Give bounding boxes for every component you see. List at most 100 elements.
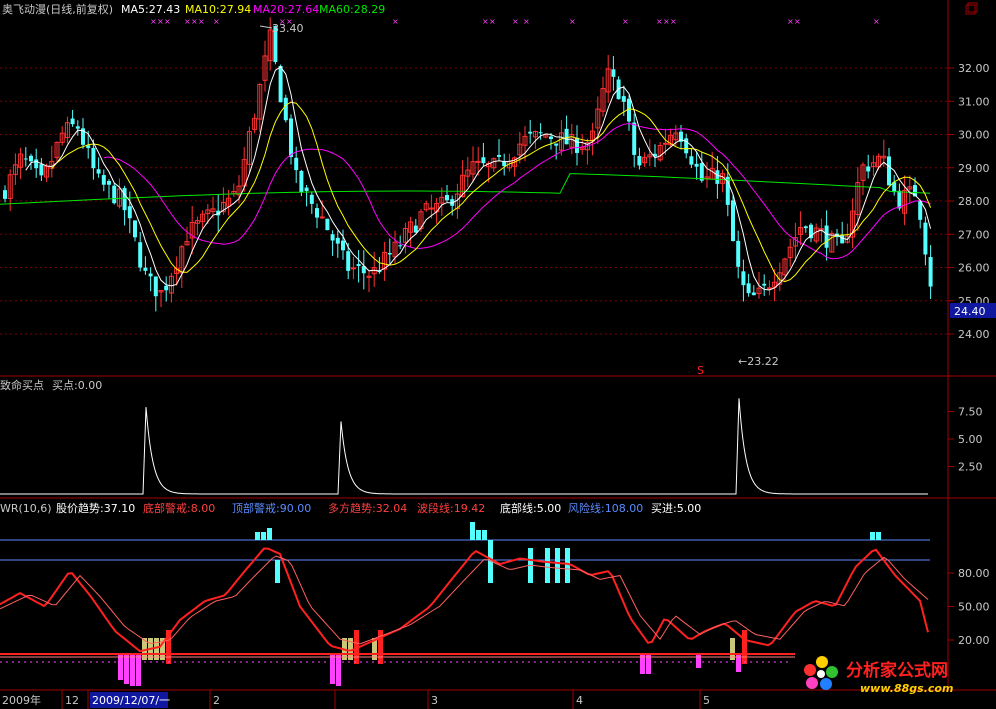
wr-bar [330,654,335,684]
wr-bar [482,530,487,540]
candle-body [335,237,340,244]
indicator1-title: 致命买点 [0,378,44,392]
watermark-url: www.88gs.com [860,682,953,695]
candle-body [107,180,111,185]
date-label-feb: 2 [213,694,220,707]
candle-body [746,283,751,294]
candle-body [387,253,392,255]
wr-bar [336,654,341,686]
bull-trend-label: 多方趋势:32.04 [328,501,407,515]
candle-body [315,208,319,218]
price-tick-label: 28.00 [958,195,990,208]
candle-body [611,69,616,77]
candle-body [554,143,559,146]
candle-body [70,118,75,125]
watermark-name: 分析家公式网 [846,660,948,681]
stock-chart[interactable]: × × × × × × × × × × × × × × × × × × × × × × 奥飞动漫(日线,前复权) MA5:… [0,0,996,709]
candle-body [766,287,772,290]
candle-body [39,164,44,176]
candle-body [122,188,127,211]
candle-body [564,128,569,145]
candle-body [923,222,928,255]
candle-body [96,169,101,174]
candle-body [325,218,330,231]
candle-body [866,166,871,172]
signal-marker: × [569,17,576,26]
candle-body [637,156,642,166]
ma10-label: MA10:27.94 [185,3,251,16]
candle-body [736,240,741,267]
stock-name-label: 奥飞动漫(日线,前复权) [2,2,113,16]
price-tick-label: 31.00 [958,95,990,108]
candle-body [330,234,335,241]
candle-body [575,137,579,153]
candle-body [101,175,106,185]
candle-body [164,285,169,291]
candle-body [803,226,808,229]
indicator1-tick-label: 2.50 [958,461,983,474]
current-price-label: 24.40 [954,305,986,318]
wr-bar [555,548,560,583]
candle-body [23,158,28,160]
wr-bar [267,528,272,540]
wave-line-label: 波段线:19.42 [417,501,485,515]
ma20-label: MA20:27.64 [253,3,319,16]
price-tick-label: 29.00 [958,162,990,175]
wr-bar [118,654,123,680]
signal-marker: × [150,17,157,26]
signal-marker: × [164,17,171,26]
signal-marker: × [184,17,191,26]
candle-body [289,118,293,158]
wr-bar [742,630,747,664]
high-price-label: 33.40 [272,22,304,35]
candle-body [897,190,902,209]
bottom-warn-label: 底部警戒:8.00 [143,501,215,515]
signal-marker: × [191,17,198,26]
wr-bar [565,548,570,583]
candle-body [502,161,507,167]
wr-bar [136,654,141,686]
candle-body [616,79,621,100]
signal-marker: × [198,17,205,26]
candle-body [741,271,746,286]
candle-body [346,251,351,271]
wr-bar [255,532,260,540]
price-tick-label: 32.00 [958,62,990,75]
candle-body [127,206,132,219]
candle-body [528,131,533,134]
candle-body [278,65,283,103]
candle-body [112,185,117,204]
wr-bar [870,532,875,540]
wr-tick-label: 50.00 [958,601,990,614]
signal-marker: × [794,17,801,26]
candle-body [538,132,543,134]
wr-tick-label: 20.00 [958,634,990,647]
candle-body [91,147,96,169]
candle-body [319,216,325,219]
signal-marker: × [157,17,164,26]
wr-bar [476,530,481,540]
candle-body [153,276,158,297]
wr-legend: WR(10,6) 股价趋势:37.10 底部警戒:8.00 顶部警戒:90.00… [0,501,701,515]
signal-marker: × [512,17,519,26]
candle-body [689,156,694,165]
date-label-year: 2009年 [2,693,41,707]
candle-body [840,235,845,244]
candle-body [75,126,80,129]
candle-body [824,225,829,248]
risk-line-label: 风险线:108.00 [568,501,643,515]
wr-bar [275,560,280,583]
signal-marker: × [663,17,670,26]
candle-body [304,187,309,192]
candle-body [283,97,288,121]
candle-body [751,292,756,296]
wr-bar [545,548,550,583]
signal-marker: × [523,17,530,26]
wr-bar [876,532,881,540]
ma60-label: MA60:28.29 [319,3,385,16]
candle-body [356,264,361,267]
indicator1-buy-label: 买点:0.00 [52,379,102,392]
candle-body [398,245,403,247]
candle-body [3,190,7,199]
candle-body [715,170,720,184]
